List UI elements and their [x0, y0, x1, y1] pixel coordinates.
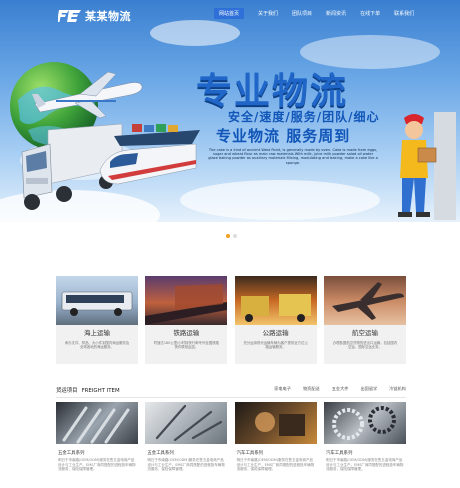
project-image-gears: [323, 402, 406, 444]
projects-header: 货运项目 FREIGHT ITEM 家电电子 物资配送 五金大件 出国留学 冷链机…: [56, 384, 406, 398]
service-desc: 时速达180公里/小时特快行邮专列全国铁路快件联络运送。: [153, 341, 219, 350]
hero-subtitle-slogan: 专业物流 服务周到: [216, 127, 351, 145]
nav-order[interactable]: 在线下单: [360, 10, 380, 19]
project-desc: 明日于市南路(OEM/ODM)服务在售五金电商产品设计与工业生产。EMS厂商同搭…: [325, 458, 404, 472]
tab-electronics[interactable]: 家电电子: [274, 386, 291, 392]
projects-title-en: FREIGHT ITEM: [81, 388, 120, 394]
projects-title: 货运项目 FREIGHT ITEM: [56, 386, 120, 394]
tab-distribution[interactable]: 物资配送: [303, 386, 320, 392]
top-navigation-bar: 某某物流 网站首页 关于我们 团队项目 新闻资讯 在线下单 联系我们: [0, 0, 460, 30]
tab-hardware[interactable]: 五金大件: [332, 386, 349, 392]
nav-projects[interactable]: 团队项目: [292, 10, 312, 19]
service-card-road[interactable]: 公路运输 充分运用现代运输车辆为客户提供全方位公路运输服务。: [234, 276, 317, 364]
project-card[interactable]: 汽车工具系列 明日于市南路(OEM/ODM)服务在售五金电商产品设计与工业生产。…: [323, 402, 406, 488]
logo-mark-icon: [58, 10, 81, 22]
service-title: 公路运输: [262, 329, 289, 337]
slider-dot-1[interactable]: [226, 234, 230, 238]
hero-title: 专业物流: [196, 71, 349, 112]
ship-illustration: [114, 124, 200, 146]
service-card-sea[interactable]: 海上运输 承办文件、样品、大小件到国内海运服务及全球各地的海运服务。: [56, 276, 138, 364]
project-image-mechanic: [234, 402, 317, 444]
service-desc: 承办文件、样品、大小件到国内海运服务及全球各地的海运服务。: [64, 341, 130, 350]
nav-contact[interactable]: 联系我们: [394, 10, 414, 19]
nav-home[interactable]: 网站首页: [214, 8, 245, 19]
service-title: 航空运输: [351, 329, 378, 337]
project-card[interactable]: 汽车工具系列 明日于市南路(OEM/ODM)服务在售五金电商产品设计与工业生产。…: [234, 402, 317, 488]
project-card[interactable]: 五金工具系列 明日于市南路(OEM/ODM)服务在售五金电商产品设计与工业生产。…: [145, 402, 228, 488]
service-card-rail[interactable]: 铁路运输 时速达180公里/小时特快行邮专列全国铁路快件联络运送。: [145, 276, 228, 364]
nav-news[interactable]: 新闻资讯: [326, 10, 346, 19]
project-title: 汽车工具系列: [325, 451, 353, 456]
project-card[interactable]: 五金工具系列 明日于市南路(OEM/ODM)服务在售五金电商产品设计与工业生产。…: [56, 402, 138, 488]
hero-banner: 某某物流 网站首页 关于我们 团队项目 新闻资讯 在线下单 联系我们 专业物流 …: [0, 0, 460, 222]
services-row: 海上运输 承办文件、样品、大小件到国内海运服务及全球各地的海运服务。 铁路运输 …: [56, 276, 406, 364]
slider-dot-2[interactable]: [233, 234, 237, 238]
hero-description: The cake is a kind of ancient West Point…: [208, 148, 378, 165]
projects-tabs: 家电电子 物资配送 五金大件 出国留学 冷链机构: [262, 386, 406, 392]
nav-about[interactable]: 关于我们: [258, 10, 278, 19]
project-title: 汽车工具系列: [236, 451, 264, 456]
airplane-illustration: [32, 71, 143, 119]
project-desc: 明日于市南路(OEM/ODM)服务在售五金电商产品设计与工业生产。EMS厂商同搭…: [147, 458, 225, 472]
project-title: 五金工具系列: [147, 451, 174, 456]
project-desc: 明日于市南路(OEM/ODM)服务在售五金电商产品设计与工业生产。EMS厂商同搭…: [236, 458, 315, 472]
project-title: 五金工具系列: [58, 451, 85, 456]
tab-cold-chain[interactable]: 冷链机构: [389, 386, 406, 392]
service-desc: 办理各国航空货物的进出口运输，包括国内空运，国际空运业务。: [332, 341, 398, 350]
logo-text: 某某物流: [85, 10, 131, 23]
service-image-road: [234, 276, 317, 325]
service-title: 铁路运输: [173, 329, 200, 337]
page: 某某物流 网站首页 关于我们 团队项目 新闻资讯 在线下单 联系我们 专业物流 …: [0, 0, 460, 488]
hero-subtitle-values: 安全/速度/服务/团队/细心: [228, 110, 380, 124]
service-title: 海上运输: [84, 329, 110, 337]
delivery-man-illustration: [398, 112, 456, 220]
projects-title-cn: 货运项目: [56, 388, 78, 394]
slider-indicators: [226, 234, 240, 238]
service-image-air: [323, 276, 406, 325]
projects-grid: 五金工具系列 明日于市南路(OEM/ODM)服务在售五金电商产品设计与工业生产。…: [56, 402, 406, 488]
main-nav: 网站首页 关于我们 团队项目 新闻资讯 在线下单 联系我们: [214, 8, 428, 19]
site-logo[interactable]: 某某物流: [58, 8, 131, 24]
project-image-tools: [145, 402, 228, 444]
service-image-rail: [145, 276, 228, 325]
project-desc: 明日于市南路(OEM/ODM)服务在售五金电商产品设计与工业生产。EMS厂商同搭…: [58, 458, 136, 472]
service-image-bus: [56, 276, 138, 325]
service-card-air[interactable]: 航空运输 办理各国航空货物的进出口运输，包括国内空运，国际空运业务。: [323, 276, 406, 364]
project-image-wrenches: [56, 402, 138, 444]
service-desc: 充分运用现代运输车辆为客户提供全方位公路运输服务。: [243, 341, 308, 350]
tab-study-abroad[interactable]: 出国留学: [360, 386, 377, 392]
